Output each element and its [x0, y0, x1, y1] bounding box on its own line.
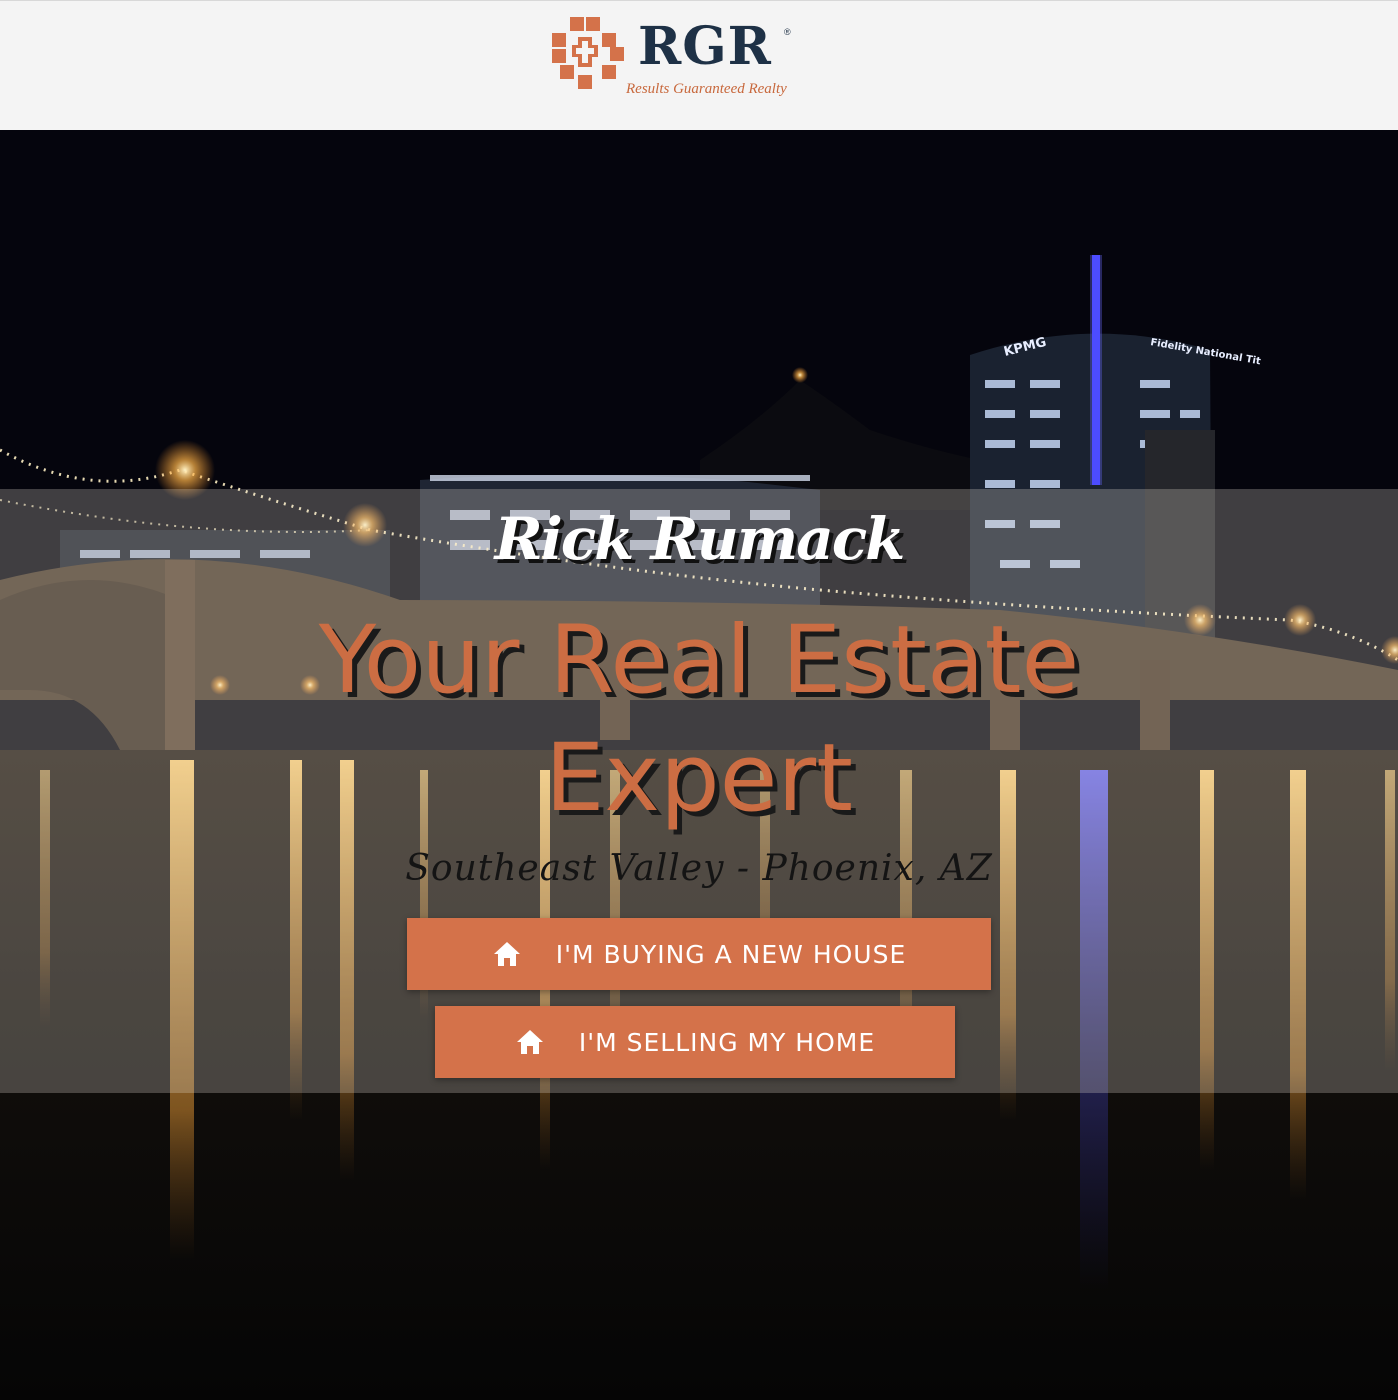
logo-wordmark: RGR — [638, 16, 772, 77]
home-icon — [516, 1030, 543, 1054]
buying-button[interactable]: I'M BUYING A NEW HOUSE — [407, 918, 991, 990]
selling-button-label: I'M SELLING MY HOME — [578, 1027, 876, 1057]
trademark-symbol: ® — [784, 27, 791, 37]
agent-name: Rick Rumack — [494, 505, 906, 573]
buying-button-label: I'M BUYING A NEW HOUSE — [555, 939, 907, 969]
headline-line-2: Expert — [544, 724, 854, 833]
hero-section: KPMG Fidelity National Tit Rick Rumack Y… — [0, 130, 1398, 1400]
home-icon — [493, 942, 520, 966]
rgr-logo[interactable]: RGR ® Results Guaranteed Realty — [552, 15, 822, 107]
hero-headline: Your Real Estate Expert — [0, 602, 1398, 838]
site-header: RGR ® Results Guaranteed Realty — [0, 0, 1398, 130]
logo-tagline: Results Guaranteed Realty — [626, 81, 787, 97]
selling-button[interactable]: I'M SELLING MY HOME — [435, 1006, 955, 1078]
service-region: Southeast Valley - Phoenix, AZ — [405, 848, 993, 889]
headline-line-1: Your Real Estate — [318, 606, 1080, 715]
logo-mark-icon — [552, 17, 624, 89]
